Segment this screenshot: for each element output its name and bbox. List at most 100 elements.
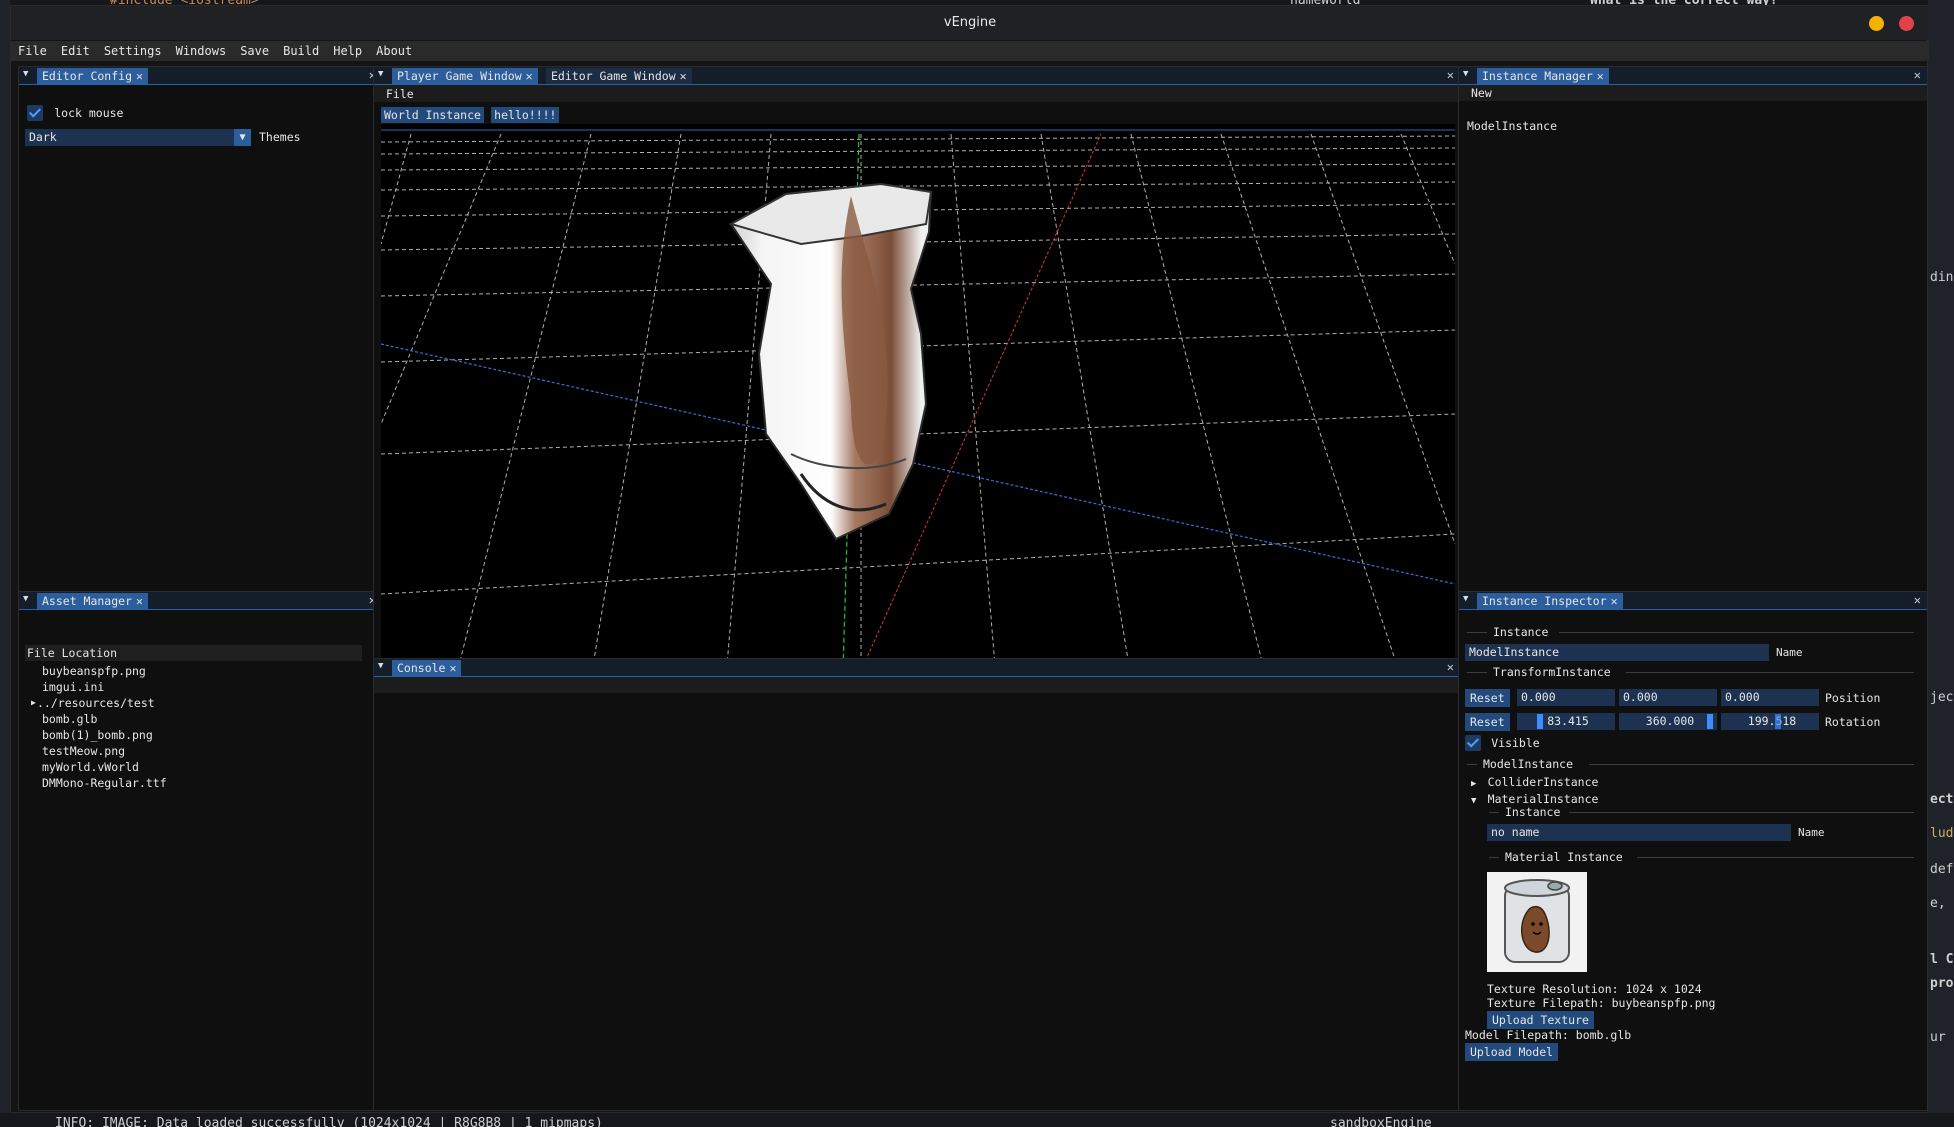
lock-mouse-checkbox[interactable] (27, 105, 43, 121)
chevron-right-icon[interactable]: ▶ (31, 695, 36, 711)
collapse-icon[interactable]: ▼ (1463, 69, 1473, 79)
collapse-icon[interactable]: ▼ (23, 69, 33, 79)
world-instance-button[interactable]: World Instance (381, 107, 484, 123)
menu-edit[interactable]: Edit (54, 41, 97, 58)
panel-close-icon[interactable]: ✕ (1914, 68, 1921, 82)
tab-editor-game-window[interactable]: Editor Game Window ✕ (546, 68, 692, 84)
instance-list-item[interactable]: ModelInstance (1467, 119, 1557, 133)
rotation-z-slider[interactable]: 199.518 (1721, 713, 1819, 730)
section-divider (1467, 672, 1487, 673)
tab-close-icon[interactable]: ✕ (1597, 69, 1604, 83)
editor-config-panel: ▼ Editor Config✕ ✕ lock mouse Dark ▼ The… (18, 66, 383, 596)
close-window-button[interactable] (1899, 16, 1914, 31)
section-divider (1467, 632, 1487, 633)
console-panel: ▼ Console ✕ ✕ (373, 658, 1461, 1111)
asset-item-label: buybeanspfp.png (42, 664, 146, 678)
tab-close-icon[interactable]: ✕ (1611, 594, 1618, 608)
slider-grab[interactable] (1775, 714, 1781, 729)
upload-texture-button[interactable]: Upload Texture (1487, 1011, 1594, 1029)
model-filepath-text: Model Filepath: bomb.glb (1465, 1028, 1632, 1042)
tab-label: Asset Manager (42, 594, 133, 608)
file-location-label: File Location (27, 646, 118, 660)
tab-asset-manager[interactable]: Asset Manager ✕ (37, 593, 148, 609)
menu-save[interactable]: Save (233, 41, 276, 58)
asset-item-label: imgui.ini (42, 680, 105, 694)
instance-name-input[interactable]: ModelInstance (1465, 644, 1769, 661)
tab-player-game-window[interactable]: Player Game Window ✕ (392, 68, 538, 84)
panel-close-icon[interactable]: ✕ (1447, 660, 1454, 674)
asset-item-label: DMMono-Regular.ttf (42, 776, 167, 790)
visible-checkbox[interactable] (1465, 735, 1481, 751)
collapse-icon[interactable]: ▼ (1463, 594, 1473, 604)
position-z-input[interactable]: 0.000 (1721, 689, 1819, 706)
menu-windows[interactable]: Windows (169, 41, 234, 58)
tab-instance-manager[interactable]: Instance Manager ✕ (1477, 68, 1609, 84)
engine-window: vEngine File Edit Settings Windows Save Build… (10, 5, 1929, 1113)
minimize-button[interactable] (1869, 16, 1884, 31)
window-title: vEngine (943, 15, 997, 30)
theme-select[interactable]: Dark ▼ (25, 129, 251, 146)
rotation-y-slider[interactable]: 360.000 (1619, 713, 1717, 730)
asset-manager-tabbar: ▼ Asset Manager✕ ✕ (19, 592, 382, 610)
position-label: Position (1825, 691, 1881, 705)
rotation-x-slider[interactable]: 83.415 (1517, 713, 1615, 730)
menu-help[interactable]: Help (326, 41, 369, 58)
slider-grab[interactable] (1537, 714, 1543, 729)
visible-checkbox-row[interactable]: Visible (1465, 735, 1540, 751)
asset-file-item[interactable]: myWorld.vWorld (25, 759, 362, 775)
upload-model-button[interactable]: Upload Model (1465, 1043, 1559, 1061)
lock-mouse-checkbox-row[interactable]: lock mouse (27, 105, 123, 121)
chevron-down-icon[interactable]: ▼ (234, 129, 251, 146)
tab-close-icon[interactable]: ✕ (136, 594, 143, 608)
asset-item-label: bomb(1)_bomb.png (42, 728, 153, 742)
texture-resolution-text: Texture Resolution: 1024 x 1024 (1487, 982, 1702, 996)
position-y-input[interactable]: 0.000 (1619, 689, 1717, 706)
instance-name-label: Name (1776, 646, 1803, 659)
panel-close-icon[interactable]: ✕ (1914, 593, 1921, 607)
slider-grab[interactable] (1707, 714, 1713, 729)
reset-position-button[interactable]: Reset (1465, 689, 1510, 707)
game-viewport[interactable] (381, 124, 1455, 738)
hello-button[interactable]: hello!!!! (491, 107, 560, 123)
tab-editor-config[interactable]: Editor Config ✕ (37, 68, 148, 84)
asset-file-item[interactable]: buybeanspfp.png (25, 663, 362, 679)
asset-item-label: testMeow.png (42, 744, 126, 758)
asset-file-item[interactable]: imgui.ini (25, 679, 362, 695)
material-name-input[interactable]: no name (1487, 824, 1791, 841)
asset-file-item[interactable]: bomb.glb (25, 711, 362, 727)
collapse-icon[interactable]: ▼ (378, 69, 388, 79)
menu-about[interactable]: About (369, 41, 419, 58)
asset-file-item[interactable]: testMeow.png (25, 743, 362, 759)
tab-close-icon[interactable]: ✕ (449, 661, 456, 675)
game-menu-file[interactable]: File (386, 87, 414, 101)
background-snippet: e, re (1930, 896, 1954, 911)
tab-close-icon[interactable]: ✕ (526, 69, 533, 83)
reset-rotation-button[interactable]: Reset (1465, 713, 1510, 731)
asset-file-item[interactable]: bomb(1)_bomb.png (25, 727, 362, 743)
position-x-input[interactable]: 0.000 (1517, 689, 1615, 706)
background-snippet: ect (1930, 792, 1954, 807)
background-left-strip (0, 0, 10, 1127)
menu-settings[interactable]: Settings (97, 41, 169, 58)
material-tree-node[interactable]: ▼ MaterialInstance (1471, 792, 1598, 806)
asset-file-item[interactable]: DMMono-Regular.ttf (25, 775, 362, 791)
window-titlebar[interactable]: vEngine (11, 6, 1929, 40)
background-snippet: ding (1930, 270, 1954, 285)
menu-file[interactable]: File (11, 41, 54, 58)
console-toolbar (374, 677, 1460, 693)
panel-close-icon[interactable]: ✕ (1447, 68, 1454, 82)
tab-instance-inspector[interactable]: Instance Inspector ✕ (1477, 593, 1623, 609)
collapse-icon[interactable]: ▼ (23, 594, 33, 604)
new-instance-menu[interactable]: New (1471, 86, 1492, 100)
collapse-icon[interactable]: ▼ (378, 661, 388, 671)
background-bottom-strip: INFO: IMAGE: Data loaded successfully (1… (0, 1113, 1954, 1127)
tab-close-icon[interactable]: ✕ (680, 69, 687, 83)
tab-console[interactable]: Console ✕ (392, 660, 462, 676)
menu-build[interactable]: Build (276, 41, 326, 58)
tab-close-icon[interactable]: ✕ (136, 69, 143, 83)
asset-manager-panel: ▼ Asset Manager✕ ✕ File Location buybean… (18, 591, 383, 1111)
background-snippet: pro (1930, 976, 1954, 991)
asset-folder-item[interactable]: ▶ ../resources/test (25, 695, 362, 711)
background-snippet: ur c (1930, 1030, 1954, 1045)
collider-tree-node[interactable]: ▶ ColliderInstance (1471, 775, 1598, 789)
